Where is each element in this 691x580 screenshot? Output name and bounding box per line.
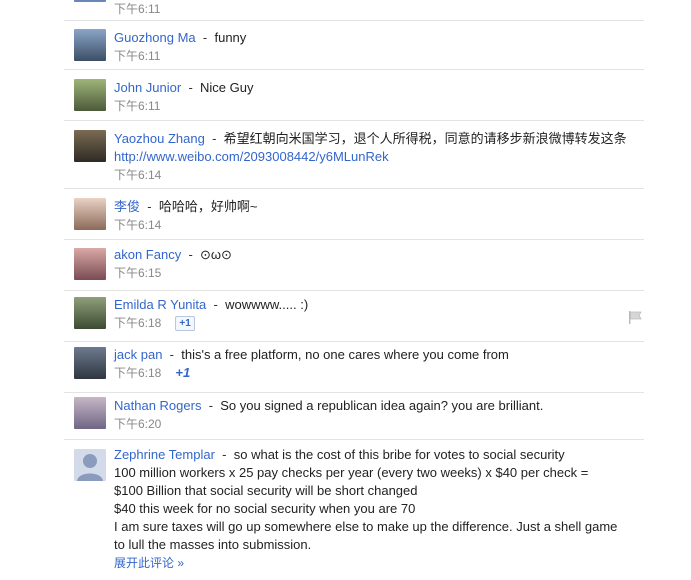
comment-url-link[interactable]: http://www.weibo.com/2093008442/y6MLunRe… (114, 149, 389, 164)
comment-item: 李俊 - 哈哈哈，好帅啊~ 下午6:14 (64, 189, 644, 240)
author-link[interactable]: Yaozhou Zhang (114, 131, 205, 146)
comment-item: 下午6:11 (64, 0, 644, 21)
author-link[interactable]: Emilda R Yunita (114, 297, 206, 312)
author-link[interactable]: 李俊 (114, 199, 140, 214)
avatar[interactable] (74, 130, 106, 162)
comment-timestamp[interactable]: 下午6:11 (114, 2, 160, 16)
separator: - (205, 398, 217, 413)
separator: - (218, 447, 231, 462)
comment-item: Yaozhou Zhang - 希望红朝向米国学习，退个人所得税，同意的请移步新… (64, 121, 644, 189)
comment-timestamp[interactable]: 下午6:11 (114, 49, 160, 63)
comment-text: funny (214, 30, 247, 45)
separator: - (209, 297, 222, 312)
separator: - (184, 247, 197, 262)
avatar[interactable] (74, 29, 106, 61)
avatar[interactable] (74, 198, 106, 230)
comment-text-line: $40 this week for no social security whe… (114, 501, 416, 516)
avatar[interactable] (74, 397, 106, 429)
comment-item: jack pan - this's a free platform, no on… (64, 342, 644, 393)
comment-item: John Junior - Nice Guy 下午6:11 (64, 70, 644, 121)
comment-timestamp[interactable]: 下午6:18 (114, 316, 161, 330)
comment-item: Emilda R Yunita - wowwww..... :) 下午6:18 +… (64, 291, 644, 342)
avatar[interactable] (74, 449, 106, 481)
author-link[interactable]: jack pan (114, 347, 162, 362)
comment-text: 希望红朝向米国学习，退个人所得税，同意的请移步新浪微博转发这条 (223, 131, 627, 146)
comment-text-line: $100 Billion that social security will b… (114, 483, 418, 498)
separator: - (143, 199, 156, 214)
flag-icon[interactable] (628, 311, 642, 324)
comment-text: wowwww..... :) (225, 297, 309, 312)
comment-text: So you signed a republican idea again? y… (220, 398, 544, 413)
comment-item: Nathan Rogers - So you signed a republic… (64, 393, 644, 440)
comment-text: Nice Guy (200, 80, 254, 95)
plus-one-button[interactable]: +1 (175, 316, 195, 331)
comment-timestamp[interactable]: 下午6:14 (114, 218, 161, 232)
author-link[interactable]: John Junior (114, 80, 181, 95)
separator: - (166, 347, 178, 362)
comment-timestamp[interactable]: 下午6:18 (114, 366, 161, 380)
comment-timestamp[interactable]: 下午6:11 (114, 99, 160, 113)
avatar[interactable] (74, 0, 106, 2)
author-link[interactable]: Guozhong Ma (114, 30, 196, 45)
comment-item: akon Fancy - ⊙ω⊙ 下午6:15 (64, 240, 644, 291)
avatar[interactable] (74, 347, 106, 379)
avatar[interactable] (74, 79, 106, 111)
comment-text-line: to lull the masses into submission. (114, 537, 312, 552)
comment-text: so what is the cost of this bribe for vo… (233, 447, 565, 462)
author-link[interactable]: Zephrine Templar (114, 447, 215, 462)
comment-text-line: I am sure taxes will go up somewhere els… (114, 519, 618, 534)
comment-timestamp[interactable]: 下午6:20 (114, 417, 161, 431)
author-link[interactable]: akon Fancy (114, 247, 181, 262)
comment-item: Guozhong Ma - funny 下午6:11 (64, 21, 644, 70)
comment-text: ⊙ω⊙ (200, 247, 232, 262)
avatar[interactable] (74, 248, 106, 280)
comment-timestamp[interactable]: 下午6:14 (114, 168, 161, 182)
separator: - (199, 30, 211, 45)
comment-text: this's a free platform, no one cares whe… (181, 347, 509, 362)
plus-one-count[interactable]: +1 (175, 365, 190, 380)
comment-item: Zephrine Templar - so what is the cost o… (64, 440, 644, 580)
author-link[interactable]: Nathan Rogers (114, 398, 201, 413)
avatar[interactable] (74, 297, 106, 329)
comment-timestamp[interactable]: 下午6:15 (114, 266, 161, 280)
comment-text: 哈哈哈，好帅啊~ (158, 199, 258, 214)
separator: - (184, 80, 197, 95)
default-avatar-icon (77, 454, 103, 481)
comment-text-line: 100 million workers x 25 pay checks per … (114, 465, 589, 480)
expand-comment-link[interactable]: 展开此评论 » (114, 556, 184, 570)
separator: - (208, 131, 221, 146)
